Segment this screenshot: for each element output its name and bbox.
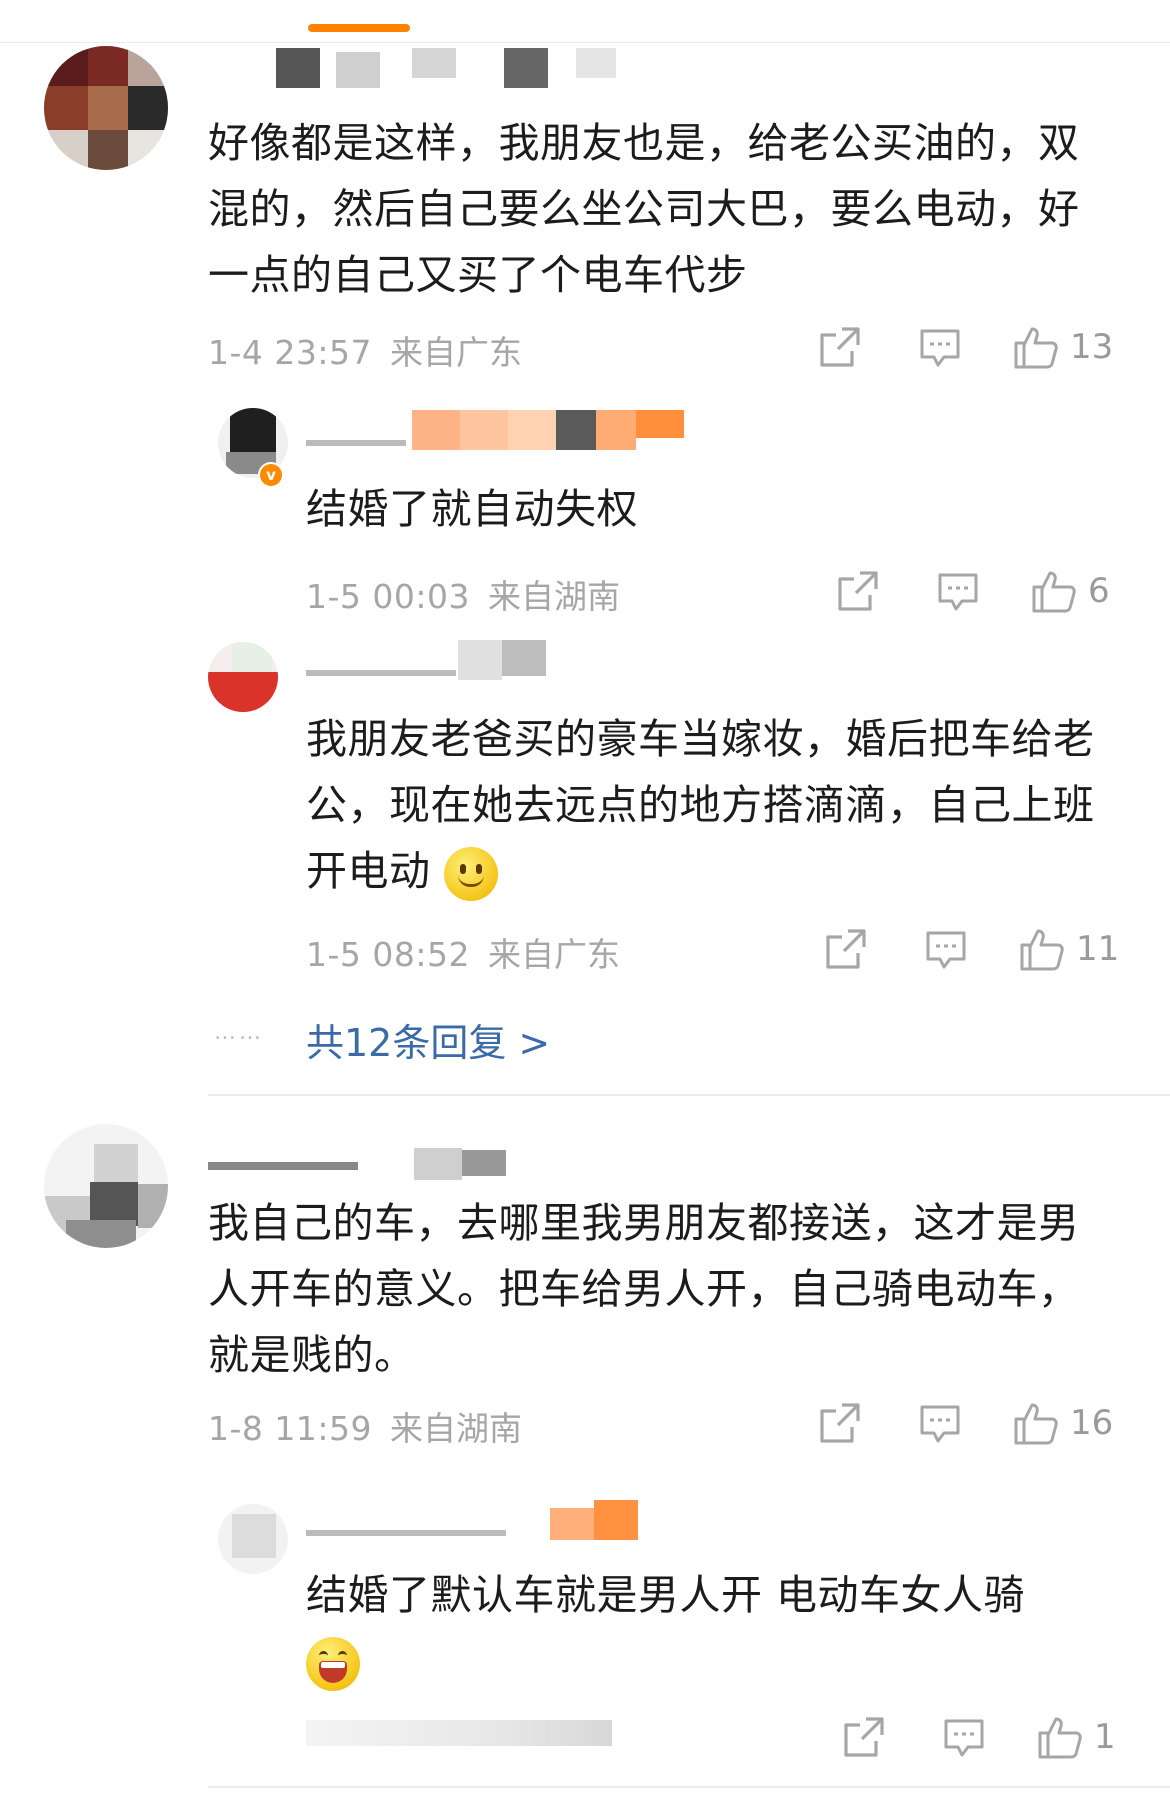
reply-actions: 11 <box>0 924 1170 974</box>
more-dots: …… <box>214 1020 264 1045</box>
comment-text: 我自己的车，去哪里我男朋友都接送，这才是男人开车的意义。把车给男人开，自己骑电动… <box>208 1199 1080 1379</box>
verified-badge-icon: v <box>258 462 284 488</box>
more-replies-link[interactable]: 共12条回复 > <box>306 1012 550 1067</box>
top-divider <box>0 42 1170 43</box>
comment-icon <box>924 927 968 971</box>
like-button[interactable]: 6 <box>1030 566 1110 616</box>
like-button[interactable]: 13 <box>1012 322 1113 372</box>
reply-actions: 6 <box>0 566 1170 616</box>
thumbs-up-icon <box>1030 567 1078 615</box>
avatar[interactable] <box>44 46 168 170</box>
reply-text-content: 我朋友老爸买的豪车当嫁妆，婚后把车给老公，现在她去远点的地方搭滴滴，自己上班开电… <box>306 715 1095 895</box>
reply-text: 结婚了默认车就是男人开 电动车女人骑 <box>306 1562 1126 1694</box>
comment-actions: 16 <box>0 1398 1170 1448</box>
share-icon <box>818 325 862 369</box>
comment-icon <box>918 325 962 369</box>
reply-text: 结婚了就自动失权 <box>306 485 638 533</box>
username-blurred[interactable] <box>276 48 636 88</box>
username-blurred[interactable] <box>208 1140 568 1180</box>
like-count: 11 <box>1076 929 1120 969</box>
comment-button[interactable] <box>918 322 962 372</box>
thumbs-up-icon <box>1018 925 1066 973</box>
comment-icon <box>936 569 980 613</box>
reply-actions: 1 <box>0 1712 1170 1762</box>
comment-text: 好像都是这样，我朋友也是，给老公买油的，双混的，然后自己要么坐公司大巴，要么电动… <box>208 119 1080 299</box>
comment-icon <box>942 1715 986 1759</box>
share-button[interactable] <box>818 1398 862 1448</box>
share-icon <box>818 1401 862 1445</box>
share-button[interactable] <box>818 322 862 372</box>
bottom-divider <box>208 1786 1170 1788</box>
share-icon <box>836 569 880 613</box>
share-button[interactable] <box>836 566 880 616</box>
share-icon <box>842 1715 886 1759</box>
like-button[interactable]: 11 <box>1018 924 1119 974</box>
like-count: 13 <box>1070 327 1114 367</box>
avatar[interactable] <box>44 1124 168 1248</box>
reply-text-content: 结婚了默认车就是男人开 电动车女人骑 <box>306 1571 1026 1619</box>
reply-text: 我朋友老爸买的豪车当嫁妆，婚后把车给老公，现在她去远点的地方搭滴滴，自己上班开电… <box>306 706 1126 904</box>
like-count: 16 <box>1070 1403 1114 1443</box>
like-count: 6 <box>1088 571 1110 611</box>
comment-actions: 13 <box>0 322 1170 372</box>
like-button[interactable]: 16 <box>1012 1398 1113 1448</box>
share-button[interactable] <box>842 1712 886 1762</box>
reply-avatar[interactable] <box>208 642 278 712</box>
reply-username-blurred[interactable] <box>306 410 696 450</box>
like-button[interactable]: 1 <box>1036 1712 1116 1762</box>
comment-button[interactable] <box>924 924 968 974</box>
like-count: 1 <box>1094 1717 1116 1757</box>
reply-username-blurred[interactable] <box>306 1500 676 1540</box>
thumbs-up-icon <box>1012 1399 1060 1447</box>
smile-emoji-icon <box>444 847 499 901</box>
share-button[interactable] <box>824 924 868 974</box>
reply-avatar[interactable] <box>218 1504 288 1574</box>
share-icon <box>824 927 868 971</box>
reply-username-blurred[interactable] <box>306 640 556 680</box>
comment-button[interactable] <box>942 1712 986 1762</box>
thumbs-up-icon <box>1012 323 1060 371</box>
top-tab-indicator <box>308 24 410 32</box>
comment-button[interactable] <box>918 1398 962 1448</box>
comment-button[interactable] <box>936 566 980 616</box>
comment-icon <box>918 1401 962 1445</box>
thumbs-up-icon <box>1036 1713 1084 1761</box>
comment-divider <box>208 1094 1170 1096</box>
laugh-emoji-icon <box>306 1637 360 1691</box>
